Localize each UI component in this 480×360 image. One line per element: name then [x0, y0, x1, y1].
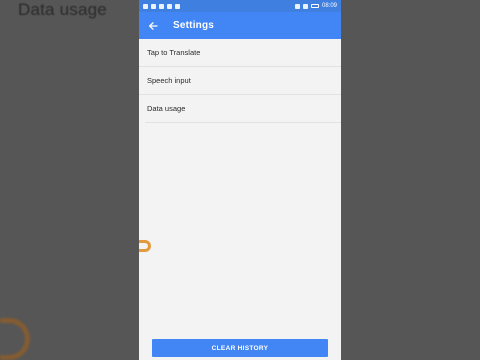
signal-icon	[294, 3, 300, 9]
settings-list: Tap to Translate Speech input Data usage	[139, 39, 341, 123]
status-left-icons	[143, 3, 180, 9]
touch-indicator	[139, 240, 151, 252]
notification-icon	[167, 3, 172, 9]
background-decoration	[0, 318, 30, 360]
status-bar: 08:09	[139, 0, 341, 12]
status-right-icons: 08:09	[294, 3, 337, 9]
wifi-icon	[302, 3, 308, 9]
notification-icon	[143, 3, 148, 9]
settings-item-label: Data usage	[147, 104, 186, 113]
background-title: Data usage	[18, 0, 107, 19]
notification-icon	[159, 3, 164, 9]
settings-item-label: Tap to Translate	[147, 48, 201, 57]
settings-item-speech-input[interactable]: Speech input	[139, 67, 341, 95]
notification-icon	[151, 3, 156, 9]
app-bar: Settings	[139, 12, 341, 39]
battery-icon	[310, 4, 319, 8]
status-time: 08:09	[321, 3, 337, 9]
back-arrow-icon[interactable]	[146, 19, 160, 33]
clear-history-button[interactable]: CLEAR HISTORY	[152, 339, 328, 357]
phone-screen: 08:09 Settings Tap to Translate Speech i…	[139, 0, 341, 360]
settings-item-data-usage[interactable]: Data usage	[145, 95, 341, 123]
notification-icon	[175, 3, 180, 9]
settings-item-label: Speech input	[147, 76, 191, 85]
settings-item-tap-to-translate[interactable]: Tap to Translate	[139, 39, 341, 67]
page-title: Settings	[173, 20, 215, 31]
